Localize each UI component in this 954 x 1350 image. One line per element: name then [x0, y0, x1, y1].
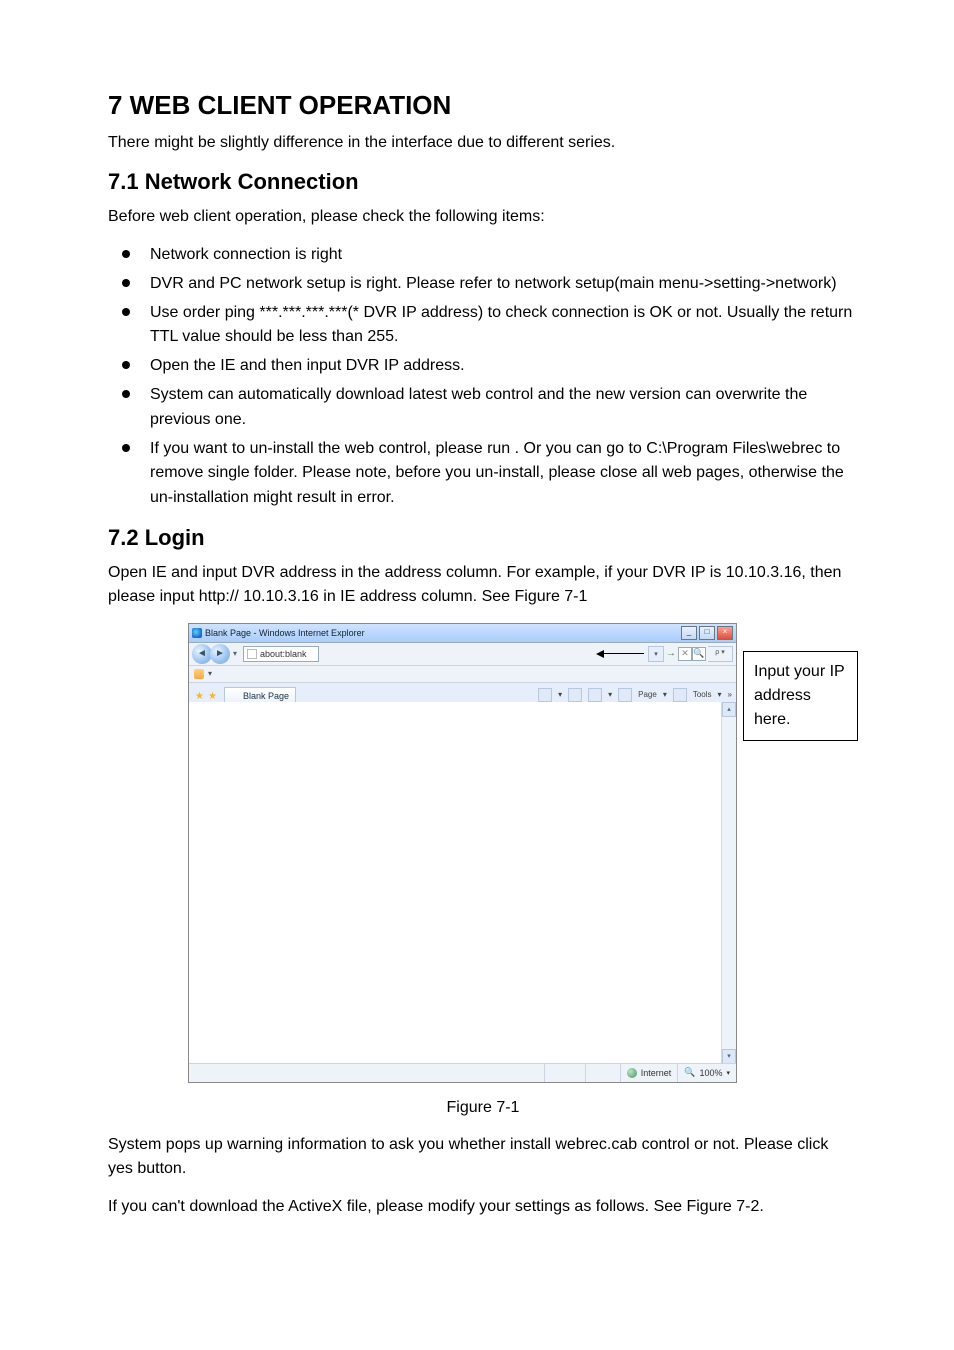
tab-ie-icon — [231, 692, 240, 701]
home-icon[interactable] — [538, 688, 552, 702]
bullet-item: If you want to un-install the web contro… — [108, 437, 856, 511]
address-input[interactable]: about:blank — [243, 646, 319, 662]
address-toolbar: ◄ ► ▾ about:blank ▾ → ✕ 🔍 ρ ▾ — [189, 643, 736, 666]
window-titlebar: Blank Page - Windows Internet Explorer _… — [189, 624, 736, 643]
bullet-item: Open the IE and then input DVR IP addres… — [108, 354, 856, 379]
feeds-icon[interactable] — [568, 688, 582, 702]
figure-caption: Figure 7-1 — [108, 1099, 858, 1117]
search-go-button[interactable]: ρ ▾ — [708, 646, 733, 662]
minimize-button[interactable]: _ — [681, 626, 697, 640]
page-content-area — [189, 702, 722, 1064]
tools-menu-icon[interactable] — [673, 688, 687, 702]
internet-zone-icon — [627, 1068, 637, 1078]
page-icon — [247, 649, 257, 659]
overflow-chevron-icon[interactable]: » — [728, 690, 732, 699]
tools-menu[interactable]: Tools — [693, 690, 712, 699]
callout-arrow — [596, 650, 644, 658]
heading-7-2: 7.2 Login — [108, 525, 856, 551]
status-zone-cell: Internet — [620, 1064, 678, 1082]
back-button[interactable]: ◄ — [192, 644, 212, 664]
zoom-icon: 🔍 — [684, 1067, 695, 1078]
ie-logo-icon — [192, 628, 202, 638]
status-zone-text: Internet — [641, 1068, 672, 1078]
status-zoom-cell[interactable]: 🔍 100% ▾ — [677, 1064, 736, 1082]
page-menu[interactable]: Page — [638, 690, 657, 699]
bullet-item: System can automatically download latest… — [108, 383, 856, 433]
status-zoom-text: 100% — [699, 1068, 722, 1078]
after-fig-p1: System pops up warning information to as… — [108, 1133, 856, 1181]
s72-paragraph: Open IE and input DVR address in the add… — [108, 561, 856, 609]
go-button[interactable]: → — [666, 648, 676, 659]
figure-area: Blank Page - Windows Internet Explorer _… — [188, 623, 858, 1117]
links-toolbar: ▾ — [189, 666, 736, 683]
callout-box: Input your IP address here. — [743, 651, 858, 741]
bullet-item: Network connection is right — [108, 243, 856, 268]
print-dd[interactable]: ▾ — [608, 690, 612, 699]
bullet-item: DVR and PC network setup is right. Pleas… — [108, 272, 856, 297]
window-title: Blank Page - Windows Internet Explorer — [205, 628, 365, 638]
home-dd[interactable]: ▾ — [558, 690, 562, 699]
maximize-button[interactable]: □ — [699, 626, 715, 640]
page-menu-icon[interactable] — [618, 688, 632, 702]
heading-chapter: 7 WEB CLIENT OPERATION — [108, 90, 856, 121]
fav-star-icon[interactable]: ★ — [195, 692, 205, 702]
refresh-icon[interactable]: ✕ — [678, 647, 692, 661]
bullet-item: Use order ping ***.***.***.***(* DVR IP … — [108, 301, 856, 351]
tools-dd[interactable]: ▾ — [718, 690, 722, 699]
after-fig-p2: If you can't download the ActiveX file, … — [108, 1195, 856, 1219]
links-folder-icon[interactable] — [194, 669, 204, 679]
bullet-list: Network connection is right DVR and PC n… — [108, 243, 856, 511]
print-icon[interactable] — [588, 688, 602, 702]
heading-7-1: 7.1 Network Connection — [108, 169, 856, 195]
intro-paragraph: There might be slightly difference in th… — [108, 131, 856, 155]
callout-line1: Input your IP — [754, 660, 847, 684]
page-dd[interactable]: ▾ — [663, 690, 667, 699]
forward-button[interactable]: ► — [210, 644, 230, 664]
links-dropdown-icon[interactable]: ▾ — [208, 669, 212, 678]
scroll-up-button[interactable]: ▴ — [722, 702, 736, 717]
close-button[interactable]: × — [717, 626, 733, 640]
address-text: about:blank — [260, 649, 307, 659]
callout-line2: address here. — [754, 684, 847, 732]
zoom-dd[interactable]: ▾ — [726, 1069, 730, 1077]
s71-intro: Before web client operation, please chec… — [108, 205, 856, 229]
address-dropdown[interactable]: ▾ — [648, 646, 664, 662]
scroll-down-button[interactable]: ▾ — [722, 1049, 736, 1064]
add-fav-star-icon[interactable]: ★ — [208, 692, 218, 702]
ie-window: Blank Page - Windows Internet Explorer _… — [188, 623, 737, 1083]
vertical-scrollbar[interactable]: ▴ ▾ — [721, 702, 736, 1064]
search-icon[interactable]: 🔍 — [692, 647, 706, 661]
status-bar: Internet 🔍 100% ▾ — [189, 1063, 736, 1082]
nav-history-dropdown[interactable]: ▾ — [233, 649, 237, 658]
command-bar: ▾ ▾ Page ▾ Tools ▾ » — [538, 688, 732, 702]
tab-label: Blank Page — [243, 691, 289, 701]
